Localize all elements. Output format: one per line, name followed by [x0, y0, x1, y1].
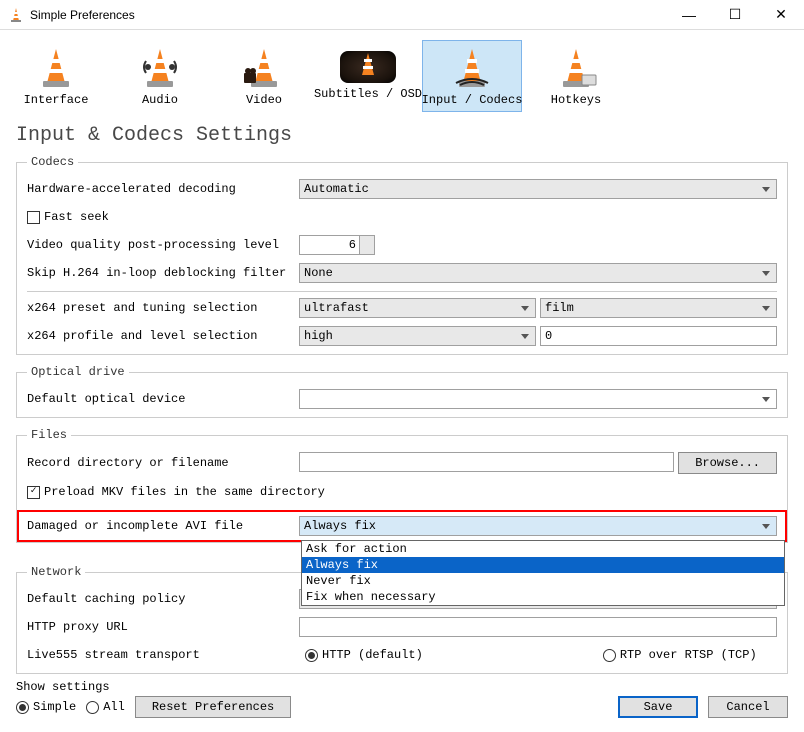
codecs-legend: Codecs [27, 155, 78, 169]
avi-select[interactable]: Always fix [299, 516, 777, 536]
hw-decoding-label: Hardware-accelerated decoding [27, 182, 299, 196]
hw-decoding-select[interactable]: Automatic [299, 179, 777, 199]
caching-label: Default caching policy [27, 592, 299, 606]
record-dir-input[interactable] [299, 452, 674, 472]
category-bar: Interface Audio Video Subtitles / OSD In… [0, 30, 804, 122]
optical-device-select[interactable] [299, 389, 777, 409]
x264-preset-select[interactable]: ultrafast [299, 298, 536, 318]
avi-option[interactable]: Never fix [302, 573, 784, 589]
maximize-button[interactable]: ☐ [712, 0, 758, 29]
avi-dropdown-list: Ask for action Always fix Never fix Fix … [301, 540, 785, 606]
category-interface[interactable]: Interface [6, 40, 106, 112]
live555-label: Live555 stream transport [27, 648, 299, 662]
post-processing-spinner[interactable]: 6 [299, 235, 375, 255]
show-settings-label: Show settings [16, 680, 788, 694]
all-radio[interactable]: All [86, 700, 125, 714]
footer: Show settings Simple All Reset Preferenc… [16, 680, 788, 718]
live555-http-radio[interactable]: HTTP (default) [305, 648, 423, 662]
x264-level-input[interactable]: 0 [540, 326, 777, 346]
avi-option[interactable]: Always fix [302, 557, 784, 573]
skip-deblock-label: Skip H.264 in-loop deblocking filter [27, 266, 299, 280]
optical-device-label: Default optical device [27, 392, 299, 406]
subtitles-icon [340, 51, 396, 83]
avi-label: Damaged or incomplete AVI file [27, 519, 299, 533]
save-button[interactable]: Save [618, 696, 698, 718]
avi-option[interactable]: Fix when necessary [302, 589, 784, 605]
category-hotkeys[interactable]: Hotkeys [526, 40, 626, 112]
avi-option[interactable]: Ask for action [302, 541, 784, 557]
x264-profile-label: x264 profile and level selection [27, 329, 299, 343]
proxy-input[interactable] [299, 617, 777, 637]
avi-row-highlight: Damaged or incomplete AVI file Always fi… [17, 510, 787, 542]
vlc-icon [8, 7, 24, 23]
preload-mkv-checkbox[interactable]: ✓Preload MKV files in the same directory [27, 485, 325, 499]
cancel-button[interactable]: Cancel [708, 696, 788, 718]
simple-radio[interactable]: Simple [16, 700, 76, 714]
proxy-label: HTTP proxy URL [27, 620, 299, 634]
optical-legend: Optical drive [27, 365, 129, 379]
browse-button[interactable]: Browse... [678, 452, 777, 474]
live555-rtp-radio[interactable]: RTP over RTSP (TCP) [603, 648, 757, 662]
category-subtitles[interactable]: Subtitles / OSD [318, 40, 418, 112]
window-title: Simple Preferences [30, 8, 666, 22]
close-button[interactable]: ✕ [758, 0, 804, 29]
x264-profile-select[interactable]: high [299, 326, 536, 346]
codecs-group: Codecs Hardware-accelerated decoding Aut… [16, 155, 788, 355]
files-legend: Files [27, 428, 71, 442]
x264-tuning-select[interactable]: film [540, 298, 777, 318]
record-dir-label: Record directory or filename [27, 456, 299, 470]
x264-preset-label: x264 preset and tuning selection [27, 301, 299, 315]
files-group: Files Record directory or filename Brows… [16, 428, 788, 543]
category-audio[interactable]: Audio [110, 40, 210, 112]
title-bar: Simple Preferences — ☐ ✕ [0, 0, 804, 30]
fast-seek-checkbox[interactable]: Fast seek [27, 210, 109, 224]
optical-group: Optical drive Default optical device [16, 365, 788, 418]
network-legend: Network [27, 565, 85, 579]
page-title: Input & Codecs Settings [0, 122, 804, 155]
skip-deblock-select[interactable]: None [299, 263, 777, 283]
post-processing-label: Video quality post-processing level [27, 238, 299, 252]
category-video[interactable]: Video [214, 40, 314, 112]
reset-button[interactable]: Reset Preferences [135, 696, 291, 718]
category-input-codecs[interactable]: Input / Codecs [422, 40, 522, 112]
minimize-button[interactable]: — [666, 0, 712, 29]
